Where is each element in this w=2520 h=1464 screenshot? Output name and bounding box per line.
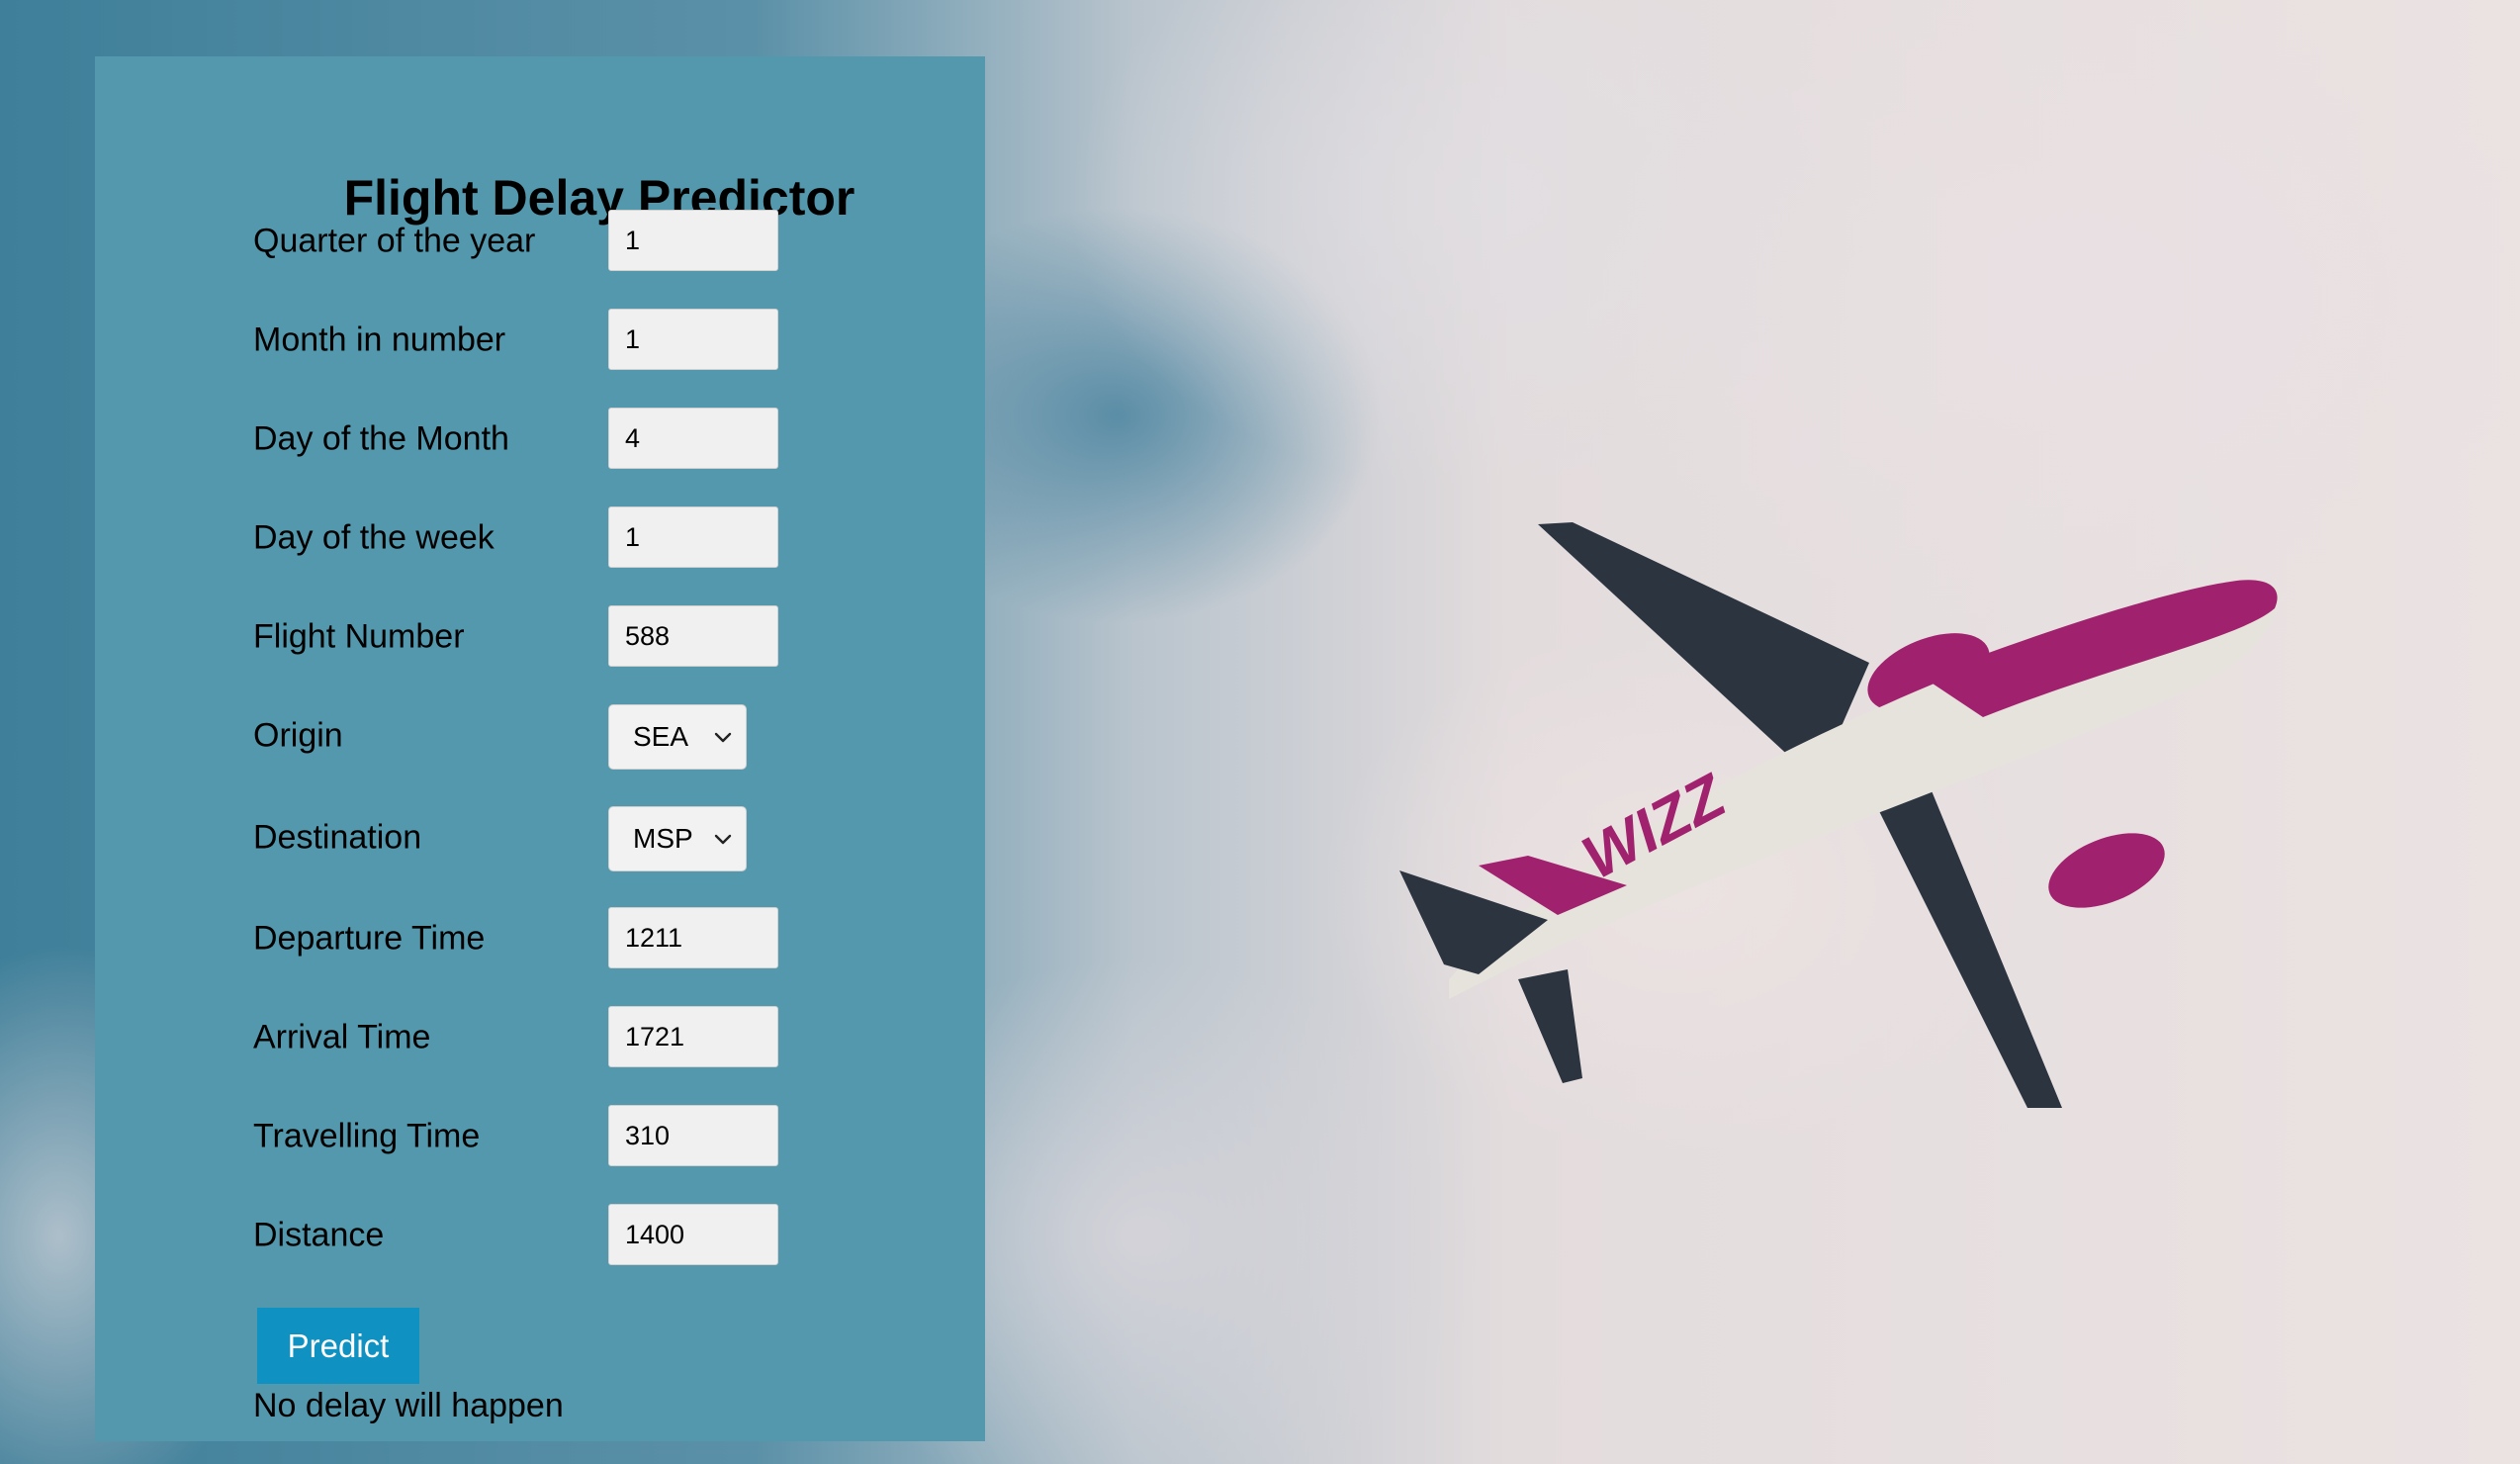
departure-time-label: Departure Time (253, 919, 486, 958)
day-of-month-input[interactable] (608, 408, 778, 469)
arrival-time-input[interactable] (608, 1006, 778, 1067)
field-row-travelling-time: Travelling Time (253, 1105, 945, 1168)
travelling-time-label: Travelling Time (253, 1117, 481, 1155)
destination-label: Destination (253, 818, 422, 857)
field-row-destination: Destination MSP (253, 806, 945, 871)
destination-selected-value: MSP (633, 823, 693, 854)
origin-label: Origin (253, 716, 343, 755)
field-row-day-of-week: Day of the week (253, 506, 945, 570)
month-input[interactable] (608, 309, 778, 370)
origin-selected-value: SEA (633, 721, 689, 752)
distance-input[interactable] (608, 1204, 778, 1265)
flight-number-input[interactable] (608, 605, 778, 667)
field-row-distance: Distance (253, 1204, 945, 1267)
prediction-result: No delay will happen (253, 1387, 564, 1424)
field-row-arrival-time: Arrival Time (253, 1006, 945, 1069)
airplane-upper-wing (1538, 522, 1869, 762)
form-panel: Flight Delay Predictor Quarter of the ye… (95, 56, 985, 1441)
airplane-lower-wing (1864, 772, 2062, 1108)
departure-time-input[interactable] (608, 907, 778, 968)
arrival-time-label: Arrival Time (253, 1018, 431, 1056)
distance-label: Distance (253, 1216, 385, 1254)
day-of-month-label: Day of the Month (253, 419, 509, 458)
field-row-day-of-month: Day of the Month (253, 408, 945, 471)
month-label: Month in number (253, 320, 506, 359)
day-of-week-label: Day of the week (253, 518, 495, 557)
predict-button[interactable]: Predict (257, 1308, 419, 1384)
field-row-month: Month in number (253, 309, 945, 372)
chevron-down-icon (714, 834, 732, 845)
field-row-flight-number: Flight Number (253, 605, 945, 669)
chevron-down-icon (714, 732, 732, 743)
destination-select[interactable]: MSP (608, 806, 747, 871)
quarter-input[interactable] (608, 210, 778, 271)
field-row-origin: Origin SEA (253, 704, 945, 770)
field-row-departure-time: Departure Time (253, 907, 945, 970)
airplane-lower-engine (2048, 833, 2165, 908)
airplane-stabilizer (1518, 969, 1582, 1083)
quarter-label: Quarter of the year (253, 222, 536, 260)
day-of-week-input[interactable] (608, 506, 778, 568)
airplane-image: WIZZ (1399, 522, 2281, 1108)
flight-number-label: Flight Number (253, 617, 465, 656)
origin-select[interactable]: SEA (608, 704, 747, 770)
travelling-time-input[interactable] (608, 1105, 778, 1166)
field-row-quarter: Quarter of the year (253, 210, 945, 273)
